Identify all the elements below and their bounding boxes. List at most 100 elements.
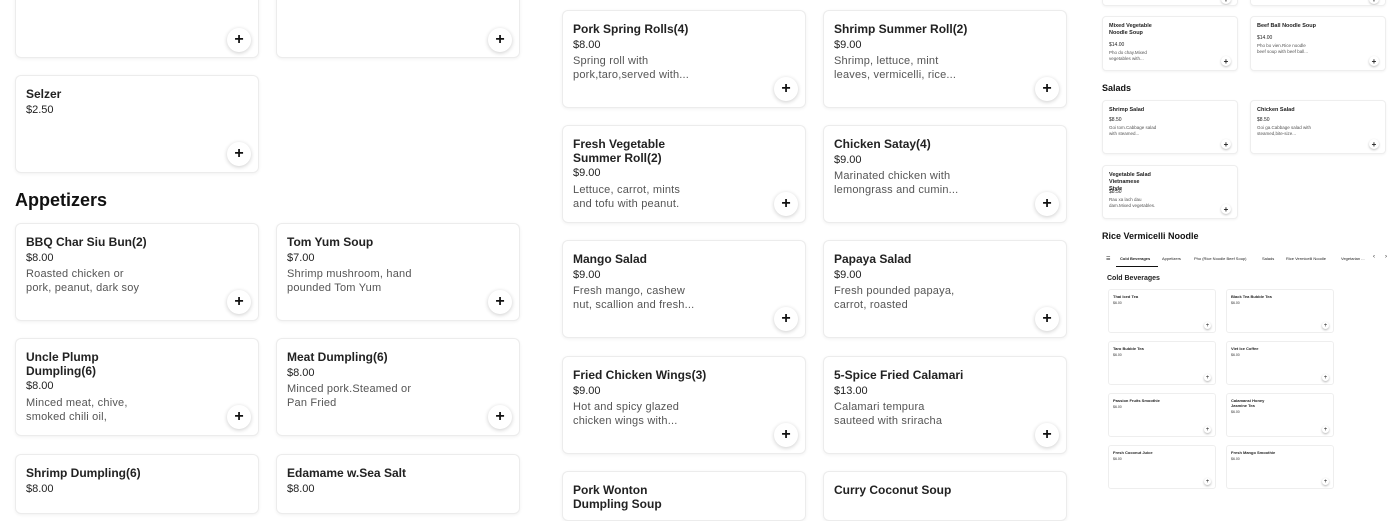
- menu-item-card[interactable]: Fresh Vegetable Summer Roll(2) $9.00 Let…: [562, 125, 806, 223]
- item-name: Chicken Satay(4): [834, 137, 931, 151]
- add-item-button[interactable]: +: [1221, 56, 1231, 66]
- menu-item-card[interactable]: Fried Chicken Wings(3) $9.00 Hot and spi…: [562, 356, 806, 454]
- tab-appetizers[interactable]: Appetizers: [1162, 256, 1181, 261]
- mini-item-card[interactable]: Fresh Mango Smoothie $6.00 +: [1226, 445, 1334, 489]
- add-item-button[interactable]: +: [1035, 307, 1059, 331]
- add-item-button[interactable]: +: [227, 142, 251, 166]
- list-icon[interactable]: ☰: [1106, 256, 1110, 262]
- item-description: Spring roll with pork,taro,served with..…: [573, 55, 690, 81]
- item-description: Minced meat, chive, smoked chili oil, pe…: [26, 397, 128, 423]
- tab-vegetarian[interactable]: Vegetarian ...: [1341, 256, 1365, 261]
- item-name: Beef Ball Noodle Soup: [1257, 23, 1316, 29]
- tab-rice-vermicelli[interactable]: Rice Vermicelli Noodle: [1286, 256, 1326, 261]
- menu-item-card[interactable]: Uncle Plump Dumpling(6) $8.00 Minced mea…: [15, 338, 259, 436]
- item-price: $6.00: [1231, 301, 1240, 305]
- add-item-button[interactable]: +: [1221, 139, 1231, 149]
- mini-item-card[interactable]: Passion Fruits Smoothie $6.00 +: [1108, 393, 1216, 437]
- menu-item-card[interactable]: Shrimp Summer Roll(2) $9.00 Shrimp, lett…: [823, 10, 1067, 108]
- add-item-button[interactable]: +: [488, 405, 512, 429]
- add-item-button[interactable]: +: [227, 290, 251, 314]
- mini-item-card[interactable]: Beef Ball Noodle Soup $14.00 Pho bo vien…: [1250, 16, 1386, 71]
- item-description: Pho bo vien.Rice noodle beef soup with b…: [1257, 43, 1309, 54]
- add-item-button[interactable]: +: [774, 307, 798, 331]
- item-price: $6.00: [1113, 301, 1122, 305]
- add-item-button[interactable]: +: [774, 192, 798, 216]
- item-price: $2.50: [26, 104, 54, 116]
- chevron-left-icon[interactable]: ‹: [1373, 254, 1375, 260]
- menu-item-card[interactable]: Curry Coconut Soup: [823, 471, 1067, 521]
- add-item-button[interactable]: +: [1322, 322, 1329, 329]
- add-item-button[interactable]: +: [227, 28, 251, 52]
- item-description: Pho do chay.Mixed vegetables with...: [1109, 50, 1147, 61]
- add-item-button[interactable]: +: [488, 290, 512, 314]
- add-item-button[interactable]: +: [1035, 192, 1059, 216]
- menu-item-card[interactable]: +: [276, 0, 520, 58]
- item-price: $6.00: [1113, 405, 1122, 409]
- item-name: Tom Yum Soup: [287, 235, 374, 249]
- menu-item-card[interactable]: Meat Dumpling(6) $8.00 Minced pork.Steam…: [276, 338, 520, 436]
- menu-item-card[interactable]: +: [15, 0, 259, 58]
- mini-item-card[interactable]: Mixed Vegetable Noodle Soup $14.00 Pho d…: [1102, 16, 1238, 71]
- item-name: 5-Spice Fried Calamari: [834, 368, 964, 382]
- add-item-button[interactable]: +: [1204, 426, 1211, 433]
- item-price: $8.50: [1109, 189, 1122, 195]
- mini-item-card[interactable]: Vegetable Salad Vietnamese Style $8.50 R…: [1102, 165, 1238, 219]
- add-item-button[interactable]: +: [774, 77, 798, 101]
- mini-item-card[interactable]: Thai Iced Tea $6.00 +: [1108, 289, 1216, 333]
- item-name: Shrimp Salad: [1109, 107, 1145, 113]
- add-item-button[interactable]: +: [1035, 77, 1059, 101]
- item-description: Rau xa lach dau dam.Mixed vegetables.: [1109, 197, 1156, 208]
- menu-item-card[interactable]: Selzer $2.50 +: [15, 75, 259, 173]
- menu-item-card[interactable]: Edamame w.Sea Salt $8.00: [276, 454, 520, 514]
- item-description: Calamari tempura sauteed with sriracha 5…: [834, 401, 943, 427]
- add-item-button[interactable]: +: [1322, 374, 1329, 381]
- menu-item-card[interactable]: 5-Spice Fried Calamari $13.00 Calamari t…: [823, 356, 1067, 454]
- tab-cold-beverages[interactable]: Cold Beverages: [1120, 256, 1150, 261]
- add-item-button[interactable]: +: [1369, 0, 1379, 4]
- add-item-button[interactable]: +: [1204, 478, 1211, 485]
- mini-item-card[interactable]: +: [1102, 0, 1238, 6]
- mini-item-card[interactable]: +: [1250, 0, 1386, 6]
- item-price: $8.00: [26, 483, 54, 495]
- add-item-button[interactable]: +: [227, 405, 251, 429]
- menu-item-card[interactable]: Shrimp Dumpling(6) $8.00: [15, 454, 259, 514]
- section-title-salads: Salads: [1102, 83, 1132, 93]
- item-name: Mango Salad: [573, 252, 648, 266]
- mini-item-card[interactable]: Shrimp Salad $8.50 Goi tom.Cabbage salad…: [1102, 100, 1238, 154]
- mini-item-card[interactable]: Chicken Salad $8.50 Goi ga.Cabbage salad…: [1250, 100, 1386, 154]
- tab-pho[interactable]: Pho (Rice Noodle Beef Soup): [1194, 256, 1246, 261]
- menu-item-card[interactable]: Pork Spring Rolls(4) $8.00 Spring roll w…: [562, 10, 806, 108]
- menu-item-card[interactable]: Tom Yum Soup $7.00 Shrimp mushroom, hand…: [276, 223, 520, 321]
- menu-item-card[interactable]: BBQ Char Siu Bun(2) $8.00 Roasted chicke…: [15, 223, 259, 321]
- menu-item-card[interactable]: Pork Wonton Dumpling Soup: [562, 471, 806, 521]
- add-item-button[interactable]: +: [1204, 374, 1211, 381]
- item-name: Pork Spring Rolls(4): [573, 22, 689, 36]
- menu-item-card[interactable]: Chicken Satay(4) $9.00 Marinated chicken…: [823, 125, 1067, 223]
- menu-item-card[interactable]: Mango Salad $9.00 Fresh mango, cashew nu…: [562, 240, 806, 338]
- item-description: Shrimp, lettuce, mint leaves, vermicelli…: [834, 55, 957, 81]
- add-item-button[interactable]: +: [1204, 322, 1211, 329]
- add-item-button[interactable]: +: [1369, 139, 1379, 149]
- add-item-button[interactable]: +: [1369, 56, 1379, 66]
- mini-item-card[interactable]: Viet Ice Coffee $6.00 +: [1226, 341, 1334, 385]
- section-title-rice-vermicelli: Rice Vermicelli Noodle: [1102, 231, 1199, 241]
- mini-item-card[interactable]: Black Tea Bubble Tea $6.00 +: [1226, 289, 1334, 333]
- menu-item-card[interactable]: Papaya Salad $9.00 Fresh pounded papaya,…: [823, 240, 1067, 338]
- add-item-button[interactable]: +: [1221, 0, 1231, 4]
- mini-item-card[interactable]: Taro Bubble Tea $6.00 +: [1108, 341, 1216, 385]
- tab-active-indicator: [1116, 266, 1158, 267]
- item-price: $6.00: [1231, 410, 1240, 414]
- mini-item-card[interactable]: Fresh Coconut Juice $6.00 +: [1108, 445, 1216, 489]
- tab-salads[interactable]: Salads: [1262, 256, 1274, 261]
- add-item-button[interactable]: +: [1322, 426, 1329, 433]
- add-item-button[interactable]: +: [1322, 478, 1329, 485]
- mini-item-card[interactable]: Calamansi Honey Jasmine Tea $6.00 +: [1226, 393, 1334, 437]
- add-item-button[interactable]: +: [1221, 204, 1231, 214]
- add-item-button[interactable]: +: [774, 423, 798, 447]
- chevron-right-icon[interactable]: ›: [1385, 254, 1387, 260]
- item-name: Shrimp Dumpling(6): [26, 466, 141, 480]
- item-price: $9.00: [834, 39, 862, 51]
- item-price: $8.00: [287, 483, 315, 495]
- add-item-button[interactable]: +: [488, 28, 512, 52]
- add-item-button[interactable]: +: [1035, 423, 1059, 447]
